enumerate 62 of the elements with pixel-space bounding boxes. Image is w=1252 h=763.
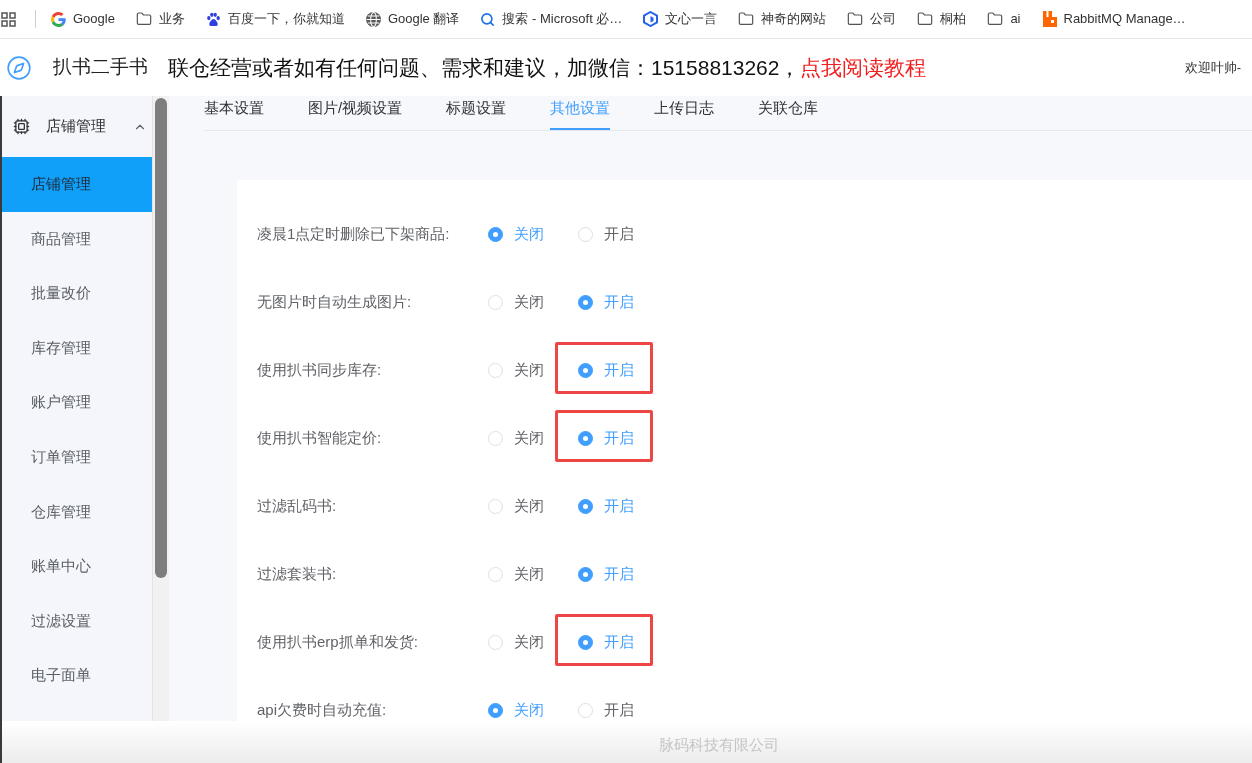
sidebar-item[interactable]: 库存管理 <box>2 320 152 376</box>
folder-icon <box>987 11 1004 27</box>
radio-option[interactable]: 关闭 <box>488 563 544 585</box>
radio-option[interactable]: 开启 <box>578 699 634 721</box>
folder-icon <box>917 11 934 27</box>
setting-label: 凌晨1点定时删除已下架商品: <box>257 223 451 244</box>
bookmark-link[interactable]: 搜索 - Microsoft 必… <box>480 9 623 29</box>
bookmark-link[interactable]: Google <box>51 9 115 29</box>
bookmark-link[interactable]: 桐柏 <box>917 9 967 29</box>
compass-icon <box>6 54 32 81</box>
globe-icon <box>365 11 381 27</box>
sidebar-item[interactable]: 过滤设置 <box>2 593 152 649</box>
folder-icon <box>738 11 755 27</box>
setting-label: 过滤乱码书: <box>257 495 338 516</box>
bookmark-link[interactable]: 神奇的网站 <box>738 9 827 29</box>
sidebar-item[interactable]: 批量改价 <box>2 266 152 321</box>
logo-icon <box>1041 11 1057 27</box>
tab[interactable]: 关联仓库 <box>758 96 819 130</box>
radio-option[interactable]: 关闭 <box>488 427 544 449</box>
scrollbar[interactable] <box>152 96 169 721</box>
hexagon-icon <box>643 11 659 27</box>
radio-option[interactable]: 关闭 <box>488 359 544 381</box>
tab[interactable]: 标题设置 <box>446 96 507 130</box>
bookmark-link[interactable]: 百度一下，你就知道 <box>205 9 345 29</box>
sidebar-item[interactable]: 店铺管理 <box>2 157 152 212</box>
site-title: 扒书二手书 <box>53 55 148 80</box>
radio-option[interactable]: 开启 <box>578 223 634 245</box>
tutorial-link[interactable]: 点我阅读教程 <box>800 55 927 79</box>
sidebar-item[interactable]: 账单中心 <box>2 539 152 594</box>
chip-icon <box>13 118 30 135</box>
radio-option[interactable]: 关闭 <box>488 495 544 517</box>
menu-group[interactable]: 店铺管理 <box>2 96 152 157</box>
sidebar-item[interactable]: 仓库管理 <box>2 484 152 540</box>
bookmark-link[interactable]: RabbitMQ Manage… <box>1041 9 1186 29</box>
sidebar-item[interactable]: 商品管理 <box>2 211 152 267</box>
sidebar-item[interactable]: 订单管理 <box>2 429 152 485</box>
setting-label: api欠费时自动充值: <box>257 699 388 720</box>
folder-icon <box>135 11 152 27</box>
sidebar-item[interactable]: 电子面单 <box>2 648 152 703</box>
setting-label: 无图片时自动生成图片: <box>257 291 413 312</box>
search-icon <box>480 11 496 27</box>
setting-label: 使用扒书erp抓单和发货: <box>257 631 419 652</box>
tab[interactable]: 上传日志 <box>654 96 715 130</box>
bookmark-link[interactable]: 文心一言 <box>643 9 718 29</box>
tab[interactable]: 图片/视频设置 <box>308 96 403 130</box>
bookmark-link[interactable]: Google 翻译 <box>365 9 460 29</box>
setting-label: 过滤套装书: <box>257 563 338 584</box>
radio-option[interactable]: 关闭 <box>488 631 544 653</box>
paw-icon <box>205 11 221 27</box>
grid-icon <box>1 11 16 27</box>
bookmark-link[interactable]: 业务 <box>135 9 185 29</box>
bookmark-link[interactable]: ai <box>987 9 1021 29</box>
setting-label: 使用扒书同步库存: <box>257 359 383 380</box>
welcome-text: 欢迎叶帅- <box>1184 58 1241 77</box>
notice-text: 联仓经营或者如有任何问题、需求和建议，加微信：15158813262，点我阅读教程 <box>168 54 927 81</box>
bookmark-link[interactable]: 公司 <box>847 9 897 29</box>
sidebar-item[interactable]: 账户管理 <box>2 375 152 430</box>
g-logo-icon <box>51 11 66 27</box>
tab[interactable]: 基本设置 <box>204 96 264 130</box>
setting-label: 使用扒书智能定价: <box>257 427 383 448</box>
folder-icon <box>847 11 864 27</box>
radio-option[interactable]: 关闭 <box>488 291 544 313</box>
